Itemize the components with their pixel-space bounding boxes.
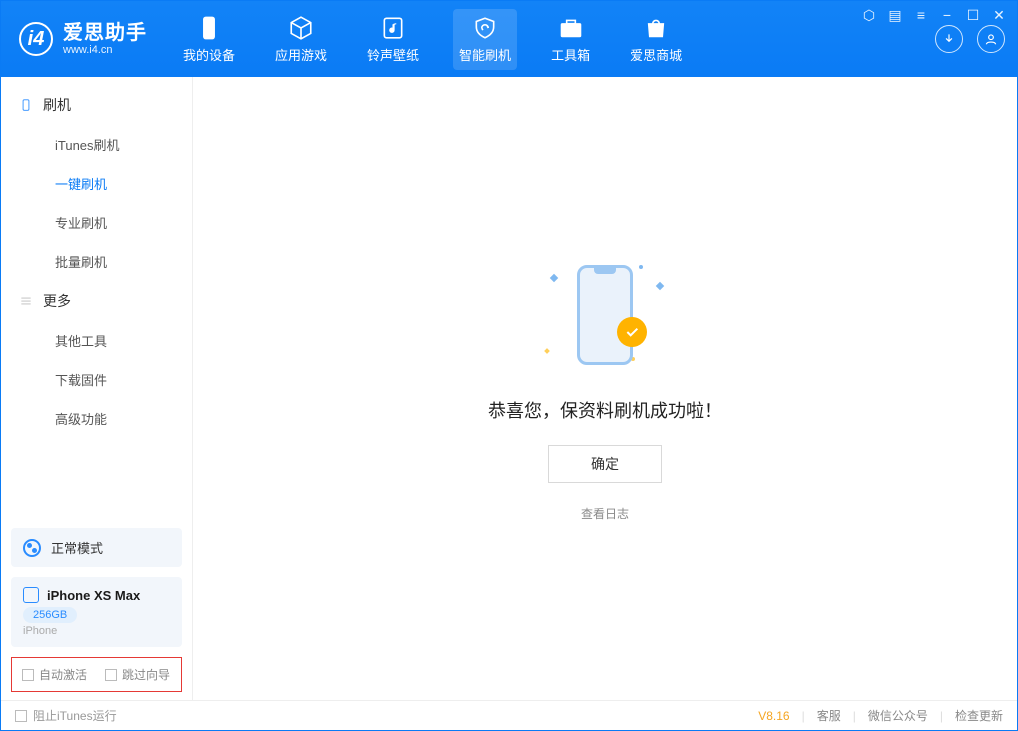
checkbox-icon (105, 669, 117, 681)
cube-icon (288, 15, 314, 41)
app-site: www.i4.cn (63, 44, 147, 56)
app-name: 爱思助手 (63, 22, 147, 44)
sidebar-item-other-tools[interactable]: 其他工具 (1, 321, 192, 360)
device-icon (23, 587, 39, 603)
nav-smart-flash[interactable]: 智能刷机 (453, 9, 517, 70)
notes-icon[interactable]: ▤ (887, 7, 903, 24)
window-controls: ⬡ ▤ ≡ − ☐ ✕ (861, 7, 1007, 24)
phone-graphic (577, 265, 633, 365)
ok-button[interactable]: 确定 (548, 445, 662, 483)
sidebar-item-pro-flash[interactable]: 专业刷机 (1, 203, 192, 242)
minimize-button[interactable]: − (939, 7, 955, 24)
list-icon (19, 294, 33, 308)
view-log-link[interactable]: 查看日志 (581, 505, 629, 522)
nav-apps-games[interactable]: 应用游戏 (269, 9, 333, 70)
sidebar-group-label: 刷机 (43, 95, 71, 115)
footer: 阻止iTunes运行 V8.16 | 客服 | 微信公众号 | 检查更新 (1, 700, 1017, 730)
bag-icon (643, 15, 669, 41)
version-label: V8.16 (758, 709, 789, 723)
sidebar-item-itunes-flash[interactable]: iTunes刷机 (1, 125, 192, 164)
sidebar: 刷机 iTunes刷机 一键刷机 专业刷机 批量刷机 更多 其他工具 下载固件 … (1, 77, 193, 700)
menu-icon[interactable]: ≡ (913, 7, 929, 24)
success-message: 恭喜您，保资料刷机成功啦！ (488, 397, 722, 423)
device-icon (196, 15, 222, 41)
sidebar-group-label: 更多 (43, 291, 71, 311)
sidebar-item-download-firmware[interactable]: 下载固件 (1, 360, 192, 399)
top-nav: 我的设备 应用游戏 铃声壁纸 智能刷机 工具箱 爱思商城 (177, 9, 688, 70)
main-content: 恭喜您，保资料刷机成功啦！ 确定 查看日志 (193, 77, 1017, 700)
nav-my-device[interactable]: 我的设备 (177, 9, 241, 70)
checkbox-skip-guide[interactable]: 跳过向导 (105, 666, 170, 683)
nav-label: 智能刷机 (459, 45, 511, 64)
logo-icon: i4 (19, 22, 53, 56)
feedback-icon[interactable]: ⬡ (861, 7, 877, 24)
checkbox-auto-activate[interactable]: 自动激活 (22, 666, 87, 683)
sidebar-item-advanced[interactable]: 高级功能 (1, 399, 192, 438)
nav-label: 应用游戏 (275, 45, 327, 64)
logo: i4 爱思助手 www.i4.cn (19, 22, 147, 56)
sidebar-group-flash: 刷机 (1, 85, 192, 125)
nav-store[interactable]: 爱思商城 (624, 9, 688, 70)
nav-toolbox[interactable]: 工具箱 (545, 9, 596, 70)
phone-icon (19, 98, 33, 112)
device-storage-badge: 256GB (23, 607, 77, 623)
check-update-link[interactable]: 检查更新 (955, 707, 1003, 724)
device-name: iPhone XS Max (47, 588, 140, 603)
check-badge-icon (617, 317, 647, 347)
checkbox-label: 阻止iTunes运行 (33, 707, 117, 724)
close-button[interactable]: ✕ (991, 7, 1007, 24)
body: 刷机 iTunes刷机 一键刷机 专业刷机 批量刷机 更多 其他工具 下载固件 … (1, 77, 1017, 700)
support-link[interactable]: 客服 (817, 707, 841, 724)
refresh-shield-icon (472, 15, 498, 41)
header-right (935, 25, 1005, 53)
checkbox-icon (22, 669, 34, 681)
nav-label: 铃声壁纸 (367, 45, 419, 64)
device-type: iPhone (23, 625, 170, 637)
checkbox-label: 跳过向导 (122, 666, 170, 683)
checkbox-block-itunes[interactable]: 阻止iTunes运行 (15, 707, 117, 724)
success-illustration (545, 255, 665, 375)
nav-label: 我的设备 (183, 45, 235, 64)
nav-ringtone-wallpaper[interactable]: 铃声壁纸 (361, 9, 425, 70)
maximize-button[interactable]: ☐ (965, 7, 981, 24)
mode-icon (23, 539, 41, 557)
mode-label: 正常模式 (51, 538, 103, 557)
download-button[interactable] (935, 25, 963, 53)
mode-card[interactable]: 正常模式 (11, 528, 182, 567)
options-row: 自动激活 跳过向导 (11, 657, 182, 692)
device-card[interactable]: iPhone XS Max 256GB iPhone (11, 577, 182, 647)
header: ⬡ ▤ ≡ − ☐ ✕ i4 爱思助手 www.i4.cn 我的设备 应用游戏 … (1, 1, 1017, 77)
checkbox-icon (15, 710, 27, 722)
nav-label: 爱思商城 (630, 45, 682, 64)
nav-label: 工具箱 (551, 45, 590, 64)
sidebar-item-one-key-flash[interactable]: 一键刷机 (1, 164, 192, 203)
toolbox-icon (558, 15, 584, 41)
wechat-link[interactable]: 微信公众号 (868, 707, 928, 724)
sidebar-item-batch-flash[interactable]: 批量刷机 (1, 242, 192, 281)
music-icon (380, 15, 406, 41)
sidebar-group-more: 更多 (1, 281, 192, 321)
user-button[interactable] (977, 25, 1005, 53)
checkbox-label: 自动激活 (39, 666, 87, 683)
